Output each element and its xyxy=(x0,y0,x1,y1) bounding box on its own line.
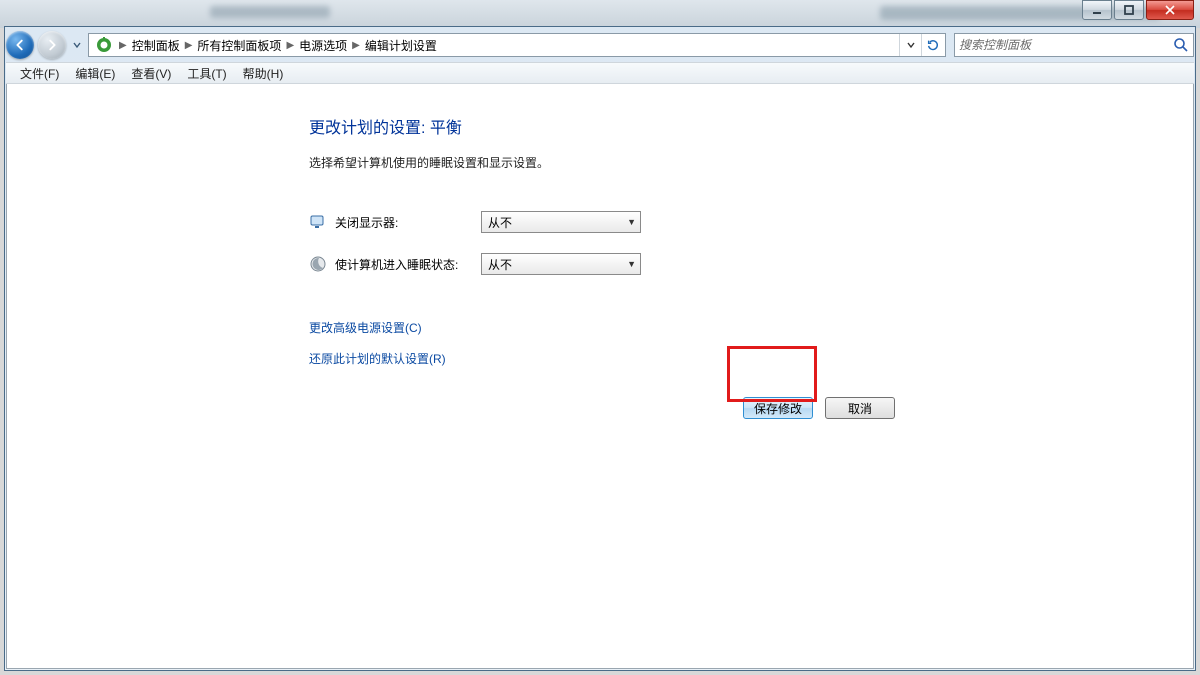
nav-forward-button[interactable] xyxy=(38,31,66,59)
nav-history-dropdown[interactable] xyxy=(70,31,84,59)
address-dropdown[interactable] xyxy=(899,34,921,56)
menu-help[interactable]: 帮助(H) xyxy=(235,63,292,84)
save-button[interactable]: 保存修改 xyxy=(743,397,813,419)
sleep-label: 使计算机进入睡眠状态: xyxy=(335,256,481,273)
chevron-right-icon: ▶ xyxy=(183,40,195,51)
breadcrumb-item[interactable]: 编辑计划设置 xyxy=(362,34,440,56)
menu-view[interactable]: 查看(V) xyxy=(123,63,179,84)
chevron-down-icon: ▼ xyxy=(627,259,636,269)
page-title: 更改计划的设置: 平衡 xyxy=(309,114,1193,138)
cancel-button[interactable]: 取消 xyxy=(825,397,895,419)
menu-bar: 文件(F) 编辑(E) 查看(V) 工具(T) 帮助(H) xyxy=(6,62,1194,84)
menu-file[interactable]: 文件(F) xyxy=(12,63,67,84)
chevron-down-icon: ▼ xyxy=(627,217,636,227)
monitor-icon xyxy=(309,213,327,231)
moon-icon xyxy=(309,255,327,273)
display-off-select[interactable]: 从不 ▼ xyxy=(481,211,641,233)
chevron-right-icon: ▶ xyxy=(350,40,362,51)
search-input[interactable] xyxy=(959,38,1173,52)
display-off-value: 从不 xyxy=(488,214,512,231)
refresh-button[interactable] xyxy=(921,34,943,56)
restore-defaults-link[interactable]: 还原此计划的默认设置(R) xyxy=(309,350,1193,367)
control-panel-icon xyxy=(95,36,113,54)
address-bar[interactable]: ▶ 控制面板 ▶ 所有控制面板项 ▶ 电源选项 ▶ 编辑计划设置 xyxy=(88,33,946,57)
advanced-power-link[interactable]: 更改高级电源设置(C) xyxy=(309,319,1193,336)
search-box[interactable] xyxy=(954,33,1194,57)
maximize-button[interactable] xyxy=(1114,0,1144,20)
breadcrumb-item[interactable]: 控制面板 xyxy=(129,34,183,56)
breadcrumb-item[interactable]: 所有控制面板项 xyxy=(194,34,284,56)
client-area: 更改计划的设置: 平衡 选择希望计算机使用的睡眠设置和显示设置。 关闭显示器: … xyxy=(6,84,1194,669)
chevron-right-icon: ▶ xyxy=(117,40,129,51)
search-icon[interactable] xyxy=(1173,37,1189,53)
page-subtitle: 选择希望计算机使用的睡眠设置和显示设置。 xyxy=(309,154,1193,171)
window-titlebar xyxy=(0,0,1200,28)
menu-edit[interactable]: 编辑(E) xyxy=(67,63,123,84)
sleep-select[interactable]: 从不 ▼ xyxy=(481,253,641,275)
close-button[interactable] xyxy=(1146,0,1194,20)
breadcrumb-item[interactable]: 电源选项 xyxy=(296,34,350,56)
minimize-button[interactable] xyxy=(1082,0,1112,20)
nav-back-button[interactable] xyxy=(6,31,34,59)
display-off-label: 关闭显示器: xyxy=(335,214,481,231)
menu-tools[interactable]: 工具(T) xyxy=(179,63,234,84)
chevron-right-icon: ▶ xyxy=(284,40,296,51)
sleep-value: 从不 xyxy=(488,256,512,273)
